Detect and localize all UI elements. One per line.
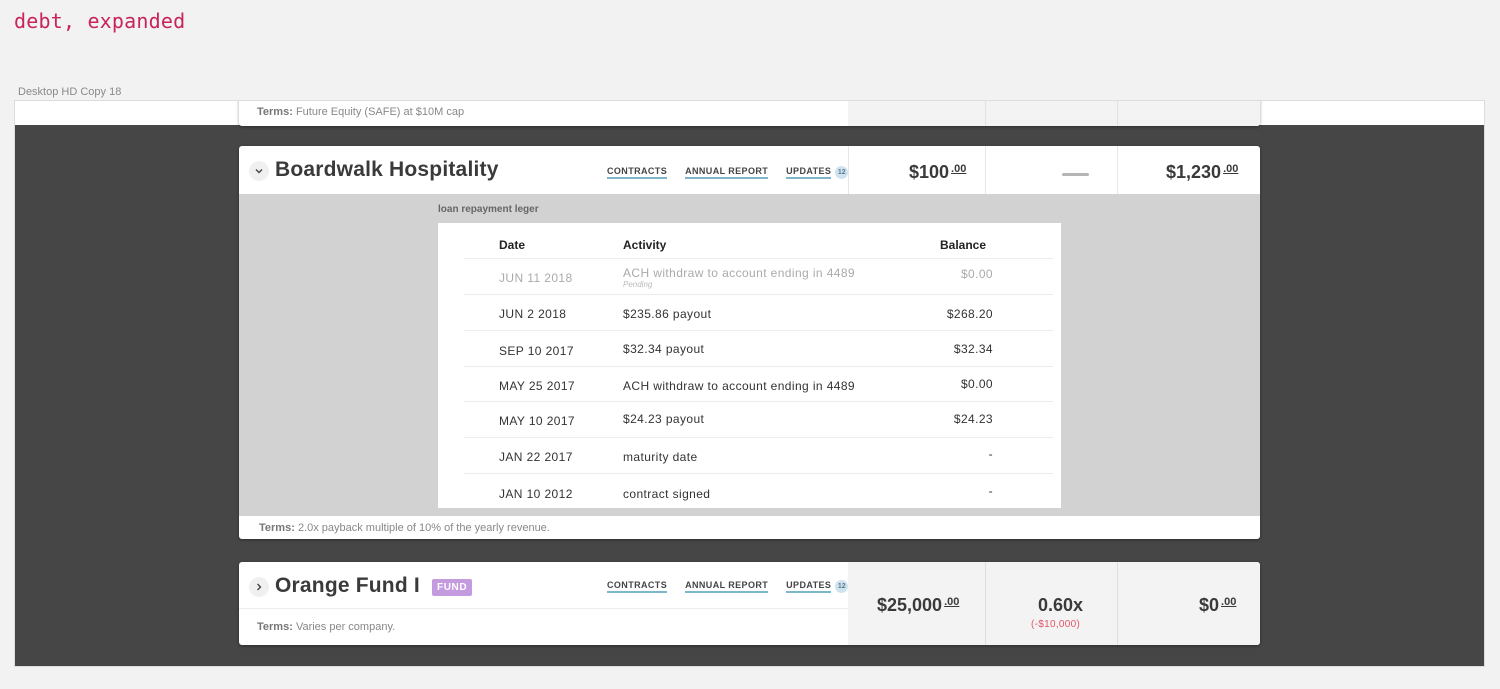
company-name: Boardwalk Hospitality — [275, 158, 499, 181]
fund-badge: FUND — [432, 579, 473, 596]
stats-background — [848, 101, 1260, 126]
row-balance: $32.34 — [953, 342, 993, 356]
row-balance: $268.20 — [946, 307, 993, 321]
annual-report-link[interactable]: ANNUAL REPORT — [685, 580, 769, 593]
value-amount: $0.00 — [1199, 595, 1236, 616]
investment-card-previous: Terms: Future Equity (SAFE) at $10M cap — [239, 101, 1260, 126]
row-date: SEP 10 2017 — [499, 344, 574, 358]
updates-link-group[interactable]: UPDATES 12 — [786, 166, 849, 179]
row-date: JAN 22 2017 — [499, 450, 573, 464]
value-cents: .00 — [1223, 163, 1239, 175]
table-row: SEP 10 2017 $32.34 payout $32.34 — [464, 330, 1053, 366]
invested-amount: $100.00 — [909, 162, 966, 183]
company-name: Orange Fund I — [275, 574, 420, 597]
value-cents: .00 — [1221, 596, 1237, 608]
artboard: Terms: Future Equity (SAFE) at $10M cap … — [14, 100, 1485, 667]
chevron-down-icon[interactable] — [249, 161, 269, 181]
updates-link[interactable]: UPDATES — [786, 166, 832, 179]
terms-line: Terms: 2.0x payback multiple of 10% of t… — [259, 522, 550, 534]
row-activity: $235.86 payout — [623, 307, 712, 321]
row-activity: $32.34 payout — [623, 342, 705, 356]
terms-text: 2.0x payback multiple of 10% of the year… — [297, 522, 550, 534]
terms-line: Terms: Future Equity (SAFE) at $10M cap — [257, 106, 464, 118]
annual-report-link[interactable]: ANNUAL REPORT — [685, 166, 769, 179]
card-header[interactable]: Boardwalk Hospitality CONTRACTS ANNUAL R… — [239, 146, 1260, 194]
header-divider — [239, 608, 848, 609]
row-activity: ACH withdraw to account ending in 4489 — [623, 266, 855, 280]
row-activity: maturity date — [623, 450, 698, 464]
value-dollars: $0 — [1199, 595, 1220, 615]
chevron-right-icon[interactable] — [249, 577, 269, 597]
updates-count-badge: 12 — [835, 580, 849, 593]
row-balance: $24.23 — [953, 412, 993, 426]
row-date: MAY 25 2017 — [499, 379, 576, 393]
value-dollars: $1,230 — [1166, 162, 1222, 182]
terms-label: Terms: — [257, 106, 293, 118]
row-date: JAN 10 2012 — [499, 487, 573, 501]
row-balance: - — [988, 447, 993, 461]
invested-cents: .00 — [951, 163, 967, 175]
terms-text: Varies per company. — [295, 621, 396, 633]
investment-card-boardwalk: Boardwalk Hospitality CONTRACTS ANNUAL R… — [239, 146, 1260, 539]
terms-text: Future Equity (SAFE) at $10M cap — [295, 106, 465, 118]
column-divider — [1117, 146, 1118, 194]
row-date: MAY 10 2017 — [499, 414, 576, 428]
row-balance: $0.00 — [960, 267, 993, 281]
terms-label: Terms: — [259, 522, 295, 534]
row-balance: $0.00 — [960, 377, 993, 391]
investment-card-orange-fund: Orange Fund I FUND CONTRACTS ANNUAL REPO… — [239, 562, 1260, 645]
row-activity: contract signed — [623, 487, 711, 501]
ledger-table: Date Activity Balance JUN 11 2018 ACH wi… — [438, 223, 1061, 508]
column-header-activity: Activity — [623, 238, 667, 252]
artboard-label: Desktop HD Copy 18 — [18, 86, 122, 98]
page-heading: debt, expanded — [14, 9, 186, 33]
ledger-title: loan repayment leger — [438, 204, 539, 215]
invested-amount: $25,000.00 — [877, 595, 959, 616]
pending-note: Pending — [623, 280, 653, 289]
column-divider — [1117, 101, 1118, 126]
table-row: JUN 2 2018 $235.86 payout $268.20 — [464, 294, 1053, 330]
invested-dollars: $25,000 — [877, 595, 943, 615]
row-activity: ACH withdraw to account ending in 4489 — [623, 379, 855, 393]
row-date: JUN 2 2018 — [499, 307, 567, 321]
invested-cents: .00 — [944, 596, 960, 608]
terms-line: Terms: Varies per company. — [257, 621, 395, 633]
updates-count-badge: 12 — [835, 166, 849, 179]
column-divider — [985, 101, 986, 126]
column-divider — [985, 146, 986, 194]
card-links: CONTRACTS ANNUAL REPORT UPDATES 12 — [607, 580, 849, 593]
contracts-link[interactable]: CONTRACTS — [607, 166, 668, 179]
terms-label: Terms: — [257, 621, 293, 633]
multiple-change: (-$10,000) — [1031, 619, 1081, 630]
contracts-link[interactable]: CONTRACTS — [607, 580, 668, 593]
no-return-dash — [1062, 173, 1089, 176]
row-activity: $24.23 payout — [623, 412, 705, 426]
column-header-balance: Balance — [940, 238, 987, 252]
row-date: JUN 11 2018 — [499, 271, 573, 285]
column-divider — [1117, 562, 1118, 645]
column-divider — [848, 146, 849, 194]
updates-link[interactable]: UPDATES — [786, 580, 832, 593]
table-row: MAY 10 2017 $24.23 payout $24.23 — [464, 401, 1053, 437]
return-multiple: 0.60x — [1038, 595, 1084, 615]
column-header-date: Date — [499, 238, 526, 252]
table-row: MAY 25 2017 ACH withdraw to account endi… — [464, 366, 1053, 402]
table-row: JAN 10 2012 contract signed - — [464, 473, 1053, 509]
column-divider — [985, 562, 986, 645]
row-balance: - — [988, 484, 993, 498]
table-row: JUN 11 2018 ACH withdraw to account endi… — [464, 258, 1053, 294]
table-row: JAN 22 2017 maturity date - — [464, 437, 1053, 473]
expanded-panel: loan repayment leger Date Activity Balan… — [239, 194, 1260, 516]
value-amount: $1,230.00 — [1166, 162, 1238, 183]
card-links: CONTRACTS ANNUAL REPORT UPDATES 12 — [607, 166, 849, 179]
updates-link-group[interactable]: UPDATES 12 — [786, 580, 849, 593]
invested-dollars: $100 — [909, 162, 950, 182]
